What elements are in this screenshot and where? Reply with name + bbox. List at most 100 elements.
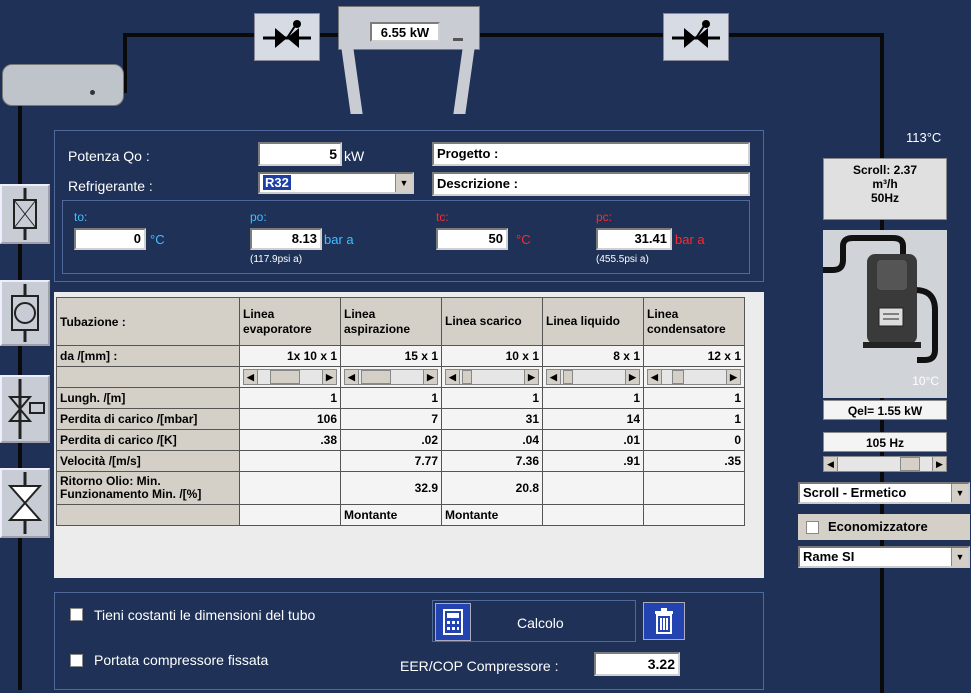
diameter-scrollbar[interactable]: ◀ ▶ — [542, 366, 644, 388]
table-row: Ritorno Olio: Min. Funzionamento Min. /[… — [56, 471, 745, 505]
table-cell: 106 — [239, 408, 341, 430]
refrigerante-select[interactable]: R32 ▼ — [258, 172, 414, 194]
chevron-right-icon[interactable]: ▶ — [726, 370, 740, 384]
valve-left-icon[interactable] — [254, 13, 320, 61]
table-cell — [239, 504, 341, 526]
frequency-display: 105 Hz — [823, 432, 947, 452]
chevron-right-icon[interactable]: ▶ — [322, 370, 336, 384]
chevron-right-icon[interactable]: ▶ — [423, 370, 437, 384]
table-cell[interactable]: 1 — [441, 387, 543, 409]
table-row: Velocità /[m/s] 7.77 7.36 .91 .35 — [56, 450, 745, 472]
chevron-left-icon[interactable]: ◀ — [345, 370, 359, 384]
chevron-right-icon[interactable]: ▶ — [932, 457, 946, 471]
table-cell: .04 — [441, 429, 543, 451]
table-cell: 7 — [340, 408, 442, 430]
solenoid-valve-vertical-icon — [7, 379, 45, 439]
progetto-field[interactable]: Progetto : — [432, 142, 750, 166]
chevron-right-icon[interactable]: ▶ — [625, 370, 639, 384]
po-label: po: — [250, 210, 267, 224]
col-scarico: Linea scarico — [441, 297, 543, 346]
table-cell: 15 x 1 — [340, 345, 442, 367]
fixed-flow-checkbox[interactable] — [70, 654, 83, 667]
table-cell[interactable]: 1 — [542, 387, 644, 409]
compressor-panel[interactable]: 10°C — [823, 230, 947, 398]
scroll-thumb[interactable] — [672, 370, 684, 384]
pc-unit: bar a — [675, 232, 705, 247]
table-cell: .91 — [542, 450, 644, 472]
chevron-down-icon[interactable]: ▼ — [951, 484, 968, 502]
po-psi: (117.9psi a) — [250, 254, 303, 265]
chevron-down-icon[interactable]: ▼ — [951, 548, 968, 566]
scroll-thumb[interactable] — [270, 370, 300, 384]
frequency-thumb[interactable] — [900, 457, 920, 471]
po-unit: bar a — [324, 232, 354, 247]
row-label: Perdita di carico /[mbar] — [56, 408, 240, 430]
pc-input[interactable]: 31.41 — [596, 228, 672, 250]
diameter-scrollbar[interactable]: ◀ ▶ — [643, 366, 745, 388]
potenza-input[interactable]: 5 — [258, 142, 342, 166]
chevron-left-icon[interactable]: ◀ — [244, 370, 258, 384]
row-label: Perdita di carico /[K] — [56, 429, 240, 451]
diameter-scrollbar[interactable]: ◀ ▶ — [340, 366, 442, 388]
descrizione-field[interactable]: Descrizione : — [432, 172, 750, 196]
scroll-thumb[interactable] — [462, 370, 472, 384]
filter-drier-button[interactable] — [0, 184, 50, 244]
row-label — [56, 504, 240, 526]
table-cell: 20.8 — [441, 471, 543, 505]
scroll-info-line2: m³/h — [872, 177, 898, 191]
table-row: Lungh. /[m] 1 1 1 1 1 — [56, 387, 745, 409]
frequency-slider[interactable]: ◀ ▶ — [823, 456, 947, 472]
chevron-left-icon[interactable]: ◀ — [648, 370, 662, 384]
economizer-row[interactable]: Economizzatore — [798, 514, 970, 540]
chevron-left-icon[interactable]: ◀ — [446, 370, 460, 384]
sight-glass-button[interactable] — [0, 280, 50, 346]
diameter-scrollbar[interactable]: ◀ ▶ — [239, 366, 341, 388]
table-cell: 1x 10 x 1 — [239, 345, 341, 367]
compressor-type-value: Scroll - Ermetico — [803, 485, 907, 500]
shutoff-valve-button[interactable] — [0, 468, 50, 538]
table-cell: 0 — [643, 429, 745, 451]
to-input[interactable]: 0 — [74, 228, 146, 250]
condenser-leg-left — [341, 48, 363, 114]
chevron-left-icon[interactable]: ◀ — [824, 457, 838, 471]
table-cell: .38 — [239, 429, 341, 451]
tc-input[interactable]: 50 — [436, 228, 508, 250]
tc-unit: °C — [516, 232, 531, 247]
scroll-thumb[interactable] — [563, 370, 573, 384]
shutoff-valve-icon — [7, 472, 43, 534]
delete-button[interactable] — [643, 602, 685, 640]
potenza-label: Potenza Qo : — [68, 148, 150, 164]
chevron-right-icon[interactable]: ▶ — [524, 370, 538, 384]
economizer-label: Economizzatore — [828, 519, 928, 534]
calc-label: Calcolo — [517, 615, 564, 631]
solenoid-button[interactable] — [0, 375, 50, 443]
row-label: Lungh. /[m] — [56, 387, 240, 409]
calculator-icon — [435, 603, 471, 641]
table-cell: Montante — [340, 504, 442, 526]
economizer-checkbox[interactable] — [806, 521, 819, 534]
col-condensatore: Linea condensatore — [643, 297, 745, 346]
table-cell[interactable]: 1 — [239, 387, 341, 409]
receiver-tank[interactable] — [2, 64, 124, 106]
calc-button[interactable]: Calcolo — [432, 600, 636, 642]
pipe-material-select[interactable]: Rame SI ▼ — [798, 546, 970, 568]
table-cell: 31 — [441, 408, 543, 430]
refrigerante-value: R32 — [263, 175, 291, 190]
valve-right-icon[interactable] — [663, 13, 729, 61]
table-cell: 32.9 — [340, 471, 442, 505]
pipe-material-value: Rame SI — [803, 549, 855, 564]
scroll-thumb[interactable] — [361, 370, 391, 384]
keep-dims-checkbox[interactable] — [70, 608, 83, 621]
chevron-down-icon[interactable]: ▼ — [395, 174, 412, 192]
scrollbar-row: ◀ ▶ ◀ ▶ ◀ ▶ ◀ ▶ ◀ ▶ — [56, 366, 745, 388]
row-label: Velocità /[m/s] — [56, 450, 240, 472]
po-input[interactable]: 8.13 — [250, 228, 322, 250]
diameter-scrollbar[interactable]: ◀ ▶ — [441, 366, 543, 388]
table-cell[interactable]: 1 — [340, 387, 442, 409]
chevron-left-icon[interactable]: ◀ — [547, 370, 561, 384]
condenser-power-display: 6.55 kW — [370, 22, 440, 42]
table-cell — [643, 504, 745, 526]
table-cell[interactable]: 1 — [643, 387, 745, 409]
compressor-type-select[interactable]: Scroll - Ermetico ▼ — [798, 482, 970, 504]
sight-glass-icon — [11, 284, 39, 342]
